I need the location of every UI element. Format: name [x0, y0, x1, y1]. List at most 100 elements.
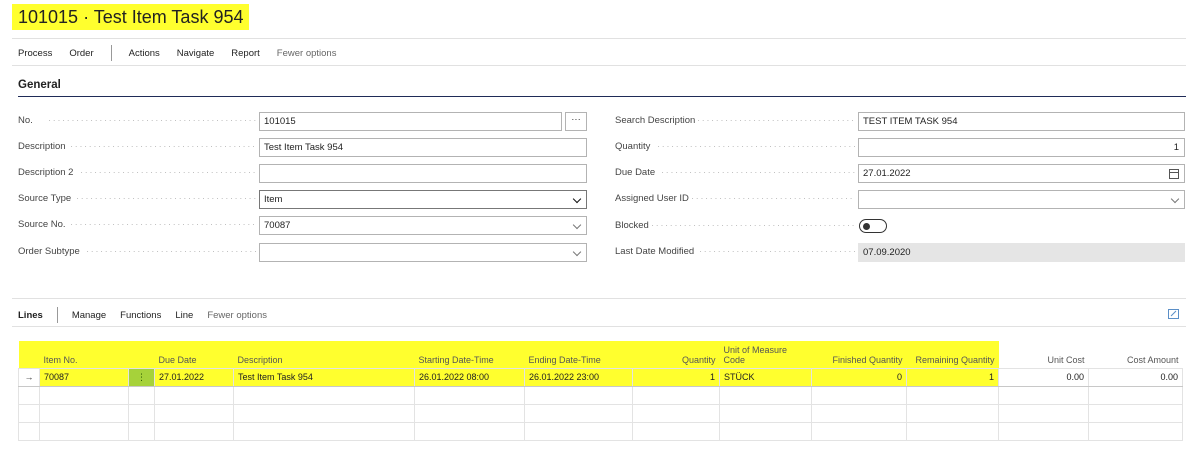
empty-cell[interactable]	[154, 385, 234, 405]
empty-cell[interactable]	[39, 403, 129, 423]
description-2-input[interactable]	[259, 164, 587, 183]
empty-cell[interactable]	[154, 403, 234, 423]
section-title-general[interactable]: General	[18, 79, 61, 91]
menu-navigate[interactable]: Navigate	[177, 48, 215, 59]
empty-cell[interactable]	[632, 421, 720, 441]
col-header-unit-of-measure-code[interactable]: Unit of Measure Code	[719, 341, 812, 369]
empty-cell[interactable]	[414, 403, 525, 423]
empty-cell[interactable]	[524, 385, 633, 405]
due-date-input[interactable]: 27.01.2022	[858, 164, 1185, 183]
empty-cell[interactable]	[524, 403, 633, 423]
col-header-cost-amount[interactable]: Cost Amount	[1088, 341, 1183, 369]
empty-cell[interactable]	[233, 421, 415, 441]
quantity-input[interactable]: 1	[858, 138, 1185, 157]
field-search-description: Search Description ·····················…	[615, 112, 1186, 131]
blocked-toggle[interactable]	[859, 219, 887, 233]
empty-cell[interactable]	[998, 421, 1089, 441]
cell-unit-cost[interactable]: 0.00	[998, 367, 1089, 387]
empty-cell[interactable]	[719, 421, 812, 441]
section-rule	[18, 96, 1186, 97]
page-title: 101015 · Test Item Task 954	[12, 4, 250, 30]
lines-title[interactable]: Lines	[18, 310, 43, 321]
empty-cell[interactable]	[414, 385, 525, 405]
empty-cell[interactable]	[998, 403, 1089, 423]
cell-description[interactable]: Test Item Task 954	[233, 367, 415, 387]
calendar-icon[interactable]	[1169, 169, 1179, 179]
empty-cell[interactable]	[811, 385, 907, 405]
description-input[interactable]: Test Item Task 954	[259, 138, 587, 157]
cell-item-no[interactable]: 70087	[39, 367, 129, 387]
field-blocked: Blocked ································…	[615, 217, 1186, 235]
col-header-unit-cost[interactable]: Unit Cost	[998, 341, 1089, 369]
chevron-down-icon	[572, 194, 582, 204]
menu-order[interactable]: Order	[69, 48, 93, 59]
table-row[interactable]	[18, 421, 1183, 441]
empty-cell[interactable]	[998, 385, 1089, 405]
divider	[12, 298, 1186, 299]
table-row[interactable]	[18, 385, 1183, 405]
empty-cell[interactable]	[524, 421, 633, 441]
cell-due-date[interactable]: 27.01.2022	[154, 367, 234, 387]
cell-finished-quantity[interactable]: 0	[811, 367, 907, 387]
empty-cell[interactable]	[1088, 385, 1183, 405]
field-quantity: Quantity ·······························…	[615, 138, 1186, 157]
cell-unit-of-measure-code[interactable]: STÜCK	[719, 367, 812, 387]
search-description-input[interactable]: TEST ITEM TASK 954	[858, 112, 1185, 131]
order-subtype-select[interactable]	[259, 243, 587, 262]
empty-cell	[18, 385, 40, 405]
col-header-item-no[interactable]: Item No.	[39, 341, 129, 369]
empty-cell[interactable]	[632, 403, 720, 423]
cell-cost-amount[interactable]: 0.00	[1088, 367, 1183, 387]
table-row[interactable]: → 70087 ⋮ 27.01.2022 Test Item Task 954 …	[18, 367, 1183, 387]
divider	[12, 38, 1186, 39]
col-header-ending-date-time[interactable]: Ending Date-Time	[524, 341, 633, 369]
last-date-modified-value: 07.09.2020	[858, 243, 1185, 262]
table-row[interactable]	[18, 403, 1183, 423]
row-arrow-icon: →	[18, 367, 40, 387]
empty-cell[interactable]	[811, 403, 907, 423]
expand-icon[interactable]	[1168, 309, 1179, 319]
source-no-input[interactable]: 70087	[259, 216, 587, 235]
empty-cell[interactable]	[719, 403, 812, 423]
empty-cell[interactable]	[1088, 403, 1183, 423]
actionbar-separator	[110, 45, 112, 61]
menu-actions[interactable]: Actions	[129, 48, 160, 59]
col-header-finished-quantity[interactable]: Finished Quantity	[811, 341, 907, 369]
empty-cell[interactable]	[233, 385, 415, 405]
lines-menu-functions[interactable]: Functions	[120, 310, 161, 321]
col-header-description[interactable]: Description	[233, 341, 415, 369]
cell-quantity[interactable]: 1	[632, 367, 720, 387]
assigned-user-id-select[interactable]	[858, 190, 1185, 209]
no-lookup-button[interactable]: ···	[565, 112, 587, 131]
col-header-due-date[interactable]: Due Date	[154, 341, 234, 369]
cell-remaining-quantity[interactable]: 1	[906, 367, 999, 387]
cell-ending-date-time[interactable]: 26.01.2022 23:00	[524, 367, 633, 387]
empty-cell[interactable]	[233, 403, 415, 423]
fewer-options-button[interactable]: Fewer options	[277, 48, 337, 59]
menu-process[interactable]: Process	[18, 48, 52, 59]
col-header-quantity[interactable]: Quantity	[632, 341, 720, 369]
source-type-select[interactable]: Item	[259, 190, 587, 209]
empty-cell[interactable]	[811, 421, 907, 441]
empty-cell[interactable]	[719, 385, 812, 405]
menu-report[interactable]: Report	[231, 48, 260, 59]
empty-cell[interactable]	[906, 385, 999, 405]
row-menu-icon[interactable]: ⋮	[128, 367, 155, 387]
lines-menu-manage[interactable]: Manage	[72, 310, 106, 321]
empty-cell[interactable]	[414, 421, 525, 441]
no-input[interactable]: 101015	[259, 112, 562, 131]
chevron-down-icon	[572, 247, 582, 257]
lines-menu-line[interactable]: Line	[175, 310, 193, 321]
empty-cell[interactable]	[632, 385, 720, 405]
empty-cell[interactable]	[39, 385, 129, 405]
field-label: Source Type	[18, 193, 72, 204]
col-header-remaining-quantity[interactable]: Remaining Quantity	[906, 341, 999, 369]
empty-cell[interactable]	[1088, 421, 1183, 441]
cell-starting-date-time[interactable]: 26.01.2022 08:00	[414, 367, 525, 387]
empty-cell[interactable]	[906, 403, 999, 423]
col-header-starting-date-time[interactable]: Starting Date-Time	[414, 341, 525, 369]
lines-fewer-options-button[interactable]: Fewer options	[207, 310, 267, 321]
empty-cell[interactable]	[906, 421, 999, 441]
empty-cell[interactable]	[39, 421, 129, 441]
empty-cell[interactable]	[154, 421, 234, 441]
